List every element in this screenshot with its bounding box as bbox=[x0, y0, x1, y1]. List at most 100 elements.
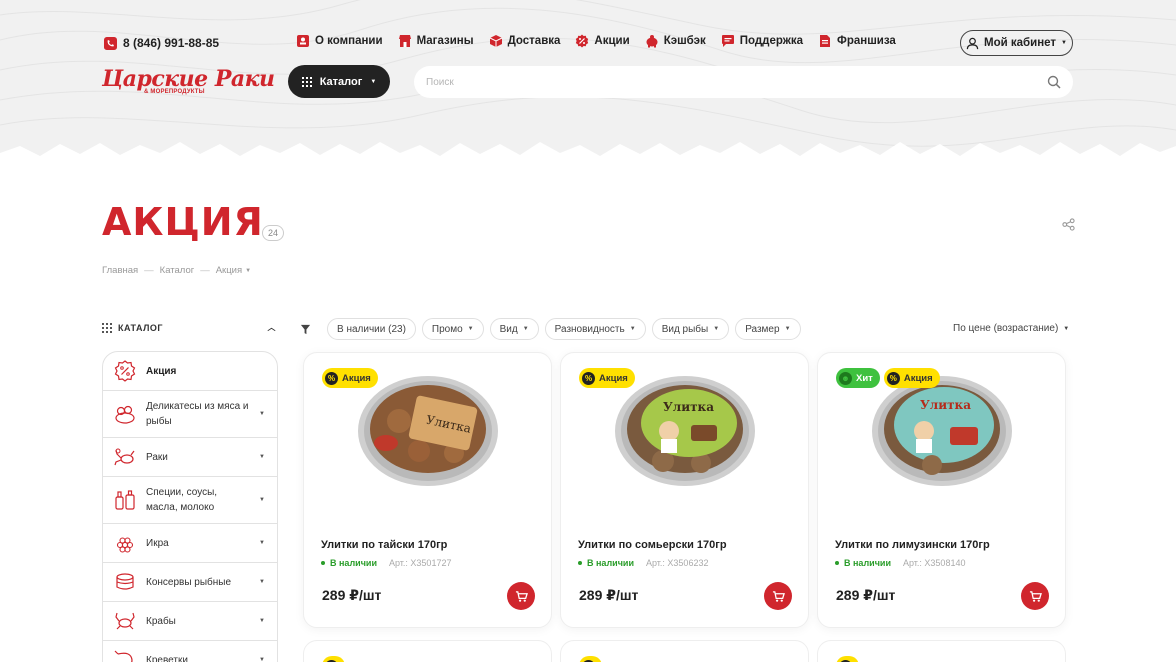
nav-support[interactable]: Поддержка bbox=[721, 34, 803, 48]
breadcrumb-current: Акция bbox=[215, 265, 243, 276]
badge-label: Хит bbox=[856, 372, 873, 384]
chevron-down-icon: ▼ bbox=[1063, 325, 1070, 332]
filter-label: Вид рыбы bbox=[661, 323, 709, 335]
nav-franchise[interactable]: Франшиза bbox=[818, 34, 896, 48]
nav-about-label: О компании bbox=[315, 35, 383, 47]
sidebar-item-crayfish[interactable]: Раки ▼ bbox=[103, 438, 277, 477]
svg-text:Улитка: Улитка bbox=[920, 398, 971, 412]
product-price: 289 ₽/шт bbox=[579, 587, 639, 603]
sidebar-item-label: Креветки bbox=[146, 654, 188, 662]
badge-group: ☻ Хит % Акция bbox=[836, 368, 940, 388]
in-stock-status: В наличии bbox=[578, 558, 634, 568]
search-icon[interactable] bbox=[1047, 75, 1061, 89]
filter-variety[interactable]: Разновидность ▼ bbox=[544, 318, 646, 340]
chevron-down-icon: ▼ bbox=[1061, 40, 1067, 46]
breadcrumb-catalog[interactable]: Каталог bbox=[160, 265, 195, 276]
phone-link[interactable]: 8 (846) 991-88-85 bbox=[104, 36, 219, 50]
chevron-down-icon: ▼ bbox=[259, 454, 265, 460]
page-title: АКЦИЯ bbox=[102, 200, 264, 244]
share-icon[interactable] bbox=[1062, 218, 1075, 231]
promo-badge: % bbox=[322, 656, 345, 662]
search-bar bbox=[414, 66, 1073, 98]
filter-label: В наличии (23) bbox=[337, 323, 406, 335]
smile-icon: ☻ bbox=[839, 371, 852, 385]
search-input[interactable] bbox=[426, 76, 1047, 88]
info-icon bbox=[297, 35, 309, 47]
sidebar-item-crabs[interactable]: Крабы ▼ bbox=[103, 602, 277, 641]
nav-support-label: Поддержка bbox=[739, 35, 804, 47]
sidebar-item-label: Консервы рыбные bbox=[146, 576, 232, 588]
sidebar-item-caviar[interactable]: Икра ▼ bbox=[103, 524, 277, 563]
chevron-down-icon: ▼ bbox=[259, 540, 265, 546]
product-card[interactable]: Улитка % Акция Улитки по сомьерски 170гр … bbox=[560, 352, 809, 628]
add-to-cart-button[interactable] bbox=[1021, 582, 1049, 610]
caviar-icon bbox=[116, 537, 134, 553]
cart-icon bbox=[515, 590, 528, 602]
chevron-down-icon: ▼ bbox=[713, 326, 720, 332]
product-card-partial[interactable]: % bbox=[817, 640, 1066, 662]
nav-about[interactable]: О компании bbox=[296, 34, 383, 48]
sidebar-catalog-header[interactable]: КАТАЛОГ ︿ bbox=[102, 322, 276, 333]
filter-in-stock[interactable]: В наличии (23) bbox=[327, 318, 416, 340]
box-icon bbox=[489, 35, 502, 47]
crayfish-icon bbox=[114, 448, 135, 466]
sidebar-item-promo[interactable]: Акция bbox=[103, 352, 277, 391]
sidebar-item-shrimp[interactable]: Креветки ▼ bbox=[103, 641, 277, 662]
breadcrumb: Главная — Каталог — Акция ▼ bbox=[102, 265, 251, 276]
filter-label: Разновидность bbox=[554, 323, 625, 335]
promo-badge: % Акция bbox=[322, 368, 378, 388]
cart-icon bbox=[772, 590, 785, 602]
sidebar-item-spices[interactable]: Специи, соусы, масла, молоко ▼ bbox=[103, 477, 277, 524]
product-card-partial[interactable]: % bbox=[303, 640, 552, 662]
breadcrumb-separator: — bbox=[200, 265, 210, 276]
filter-fish-type[interactable]: Вид рыбы ▼ bbox=[651, 318, 730, 340]
phone-number: 8 (846) 991-88-85 bbox=[123, 36, 220, 50]
nav-delivery[interactable]: Доставка bbox=[489, 34, 560, 48]
product-price: 289 ₽/шт bbox=[322, 587, 382, 603]
chevron-down-icon: ▼ bbox=[370, 78, 377, 85]
promo-badge: % Акция bbox=[883, 368, 940, 388]
logo[interactable]: Царские Раки & МОРЕПРОДУКТЫ bbox=[102, 66, 275, 95]
product-name[interactable]: Улитки по лимузински 170гр bbox=[835, 539, 990, 551]
chevron-down-icon: ▼ bbox=[259, 579, 265, 585]
nav-cashback[interactable]: Кэшбэк bbox=[645, 34, 706, 48]
percent-icon: % bbox=[582, 371, 595, 385]
cart-icon bbox=[1029, 590, 1042, 602]
crab-icon bbox=[115, 612, 135, 630]
sidebar-item-label: Деликатесы из мяса и рыбы bbox=[146, 401, 249, 427]
add-to-cart-button[interactable] bbox=[764, 582, 792, 610]
badge-group: % Акция bbox=[579, 368, 635, 388]
product-card-partial[interactable]: % bbox=[560, 640, 809, 662]
sort-dropdown[interactable]: По цене (возрастание) ▼ bbox=[953, 323, 1069, 334]
chat-icon bbox=[721, 35, 734, 47]
filter-icon[interactable] bbox=[300, 324, 311, 335]
catalog-button[interactable]: Каталог ▼ bbox=[288, 65, 390, 98]
my-account-button[interactable]: Мой кабинет ▼ bbox=[960, 30, 1073, 56]
product-card[interactable]: Улитка % Акция Улитки по тайски 170гр В н… bbox=[303, 352, 552, 628]
chevron-up-icon[interactable]: ︿ bbox=[268, 322, 277, 333]
chevron-down-icon[interactable]: ▼ bbox=[245, 268, 251, 274]
catalog-button-label: Каталог bbox=[319, 75, 363, 88]
product-card[interactable]: Улитка ☻ Хит % Акция Улитки по лимузински … bbox=[817, 352, 1066, 628]
add-to-cart-button[interactable] bbox=[507, 582, 535, 610]
chevron-down-icon: ▼ bbox=[522, 326, 529, 332]
breadcrumb-home[interactable]: Главная bbox=[102, 265, 138, 276]
percent-icon bbox=[576, 34, 589, 48]
article-number: Арт.: Х3506232 bbox=[645, 558, 709, 568]
filter-size[interactable]: Размер ▼ bbox=[735, 318, 801, 340]
chevron-down-icon: ▼ bbox=[467, 326, 474, 332]
chevron-down-icon: ▼ bbox=[259, 411, 265, 417]
sidebar-item-deli[interactable]: Деликатесы из мяса и рыбы ▼ bbox=[103, 391, 277, 438]
cans-icon bbox=[116, 573, 134, 590]
product-name[interactable]: Улитки по сомьерски 170гр bbox=[578, 539, 727, 551]
filter-type[interactable]: Вид ▼ bbox=[489, 318, 539, 340]
product-name[interactable]: Улитки по тайски 170гр bbox=[321, 539, 447, 551]
nav-promos[interactable]: Акции bbox=[575, 34, 630, 48]
filter-promo[interactable]: Промо ▼ bbox=[421, 318, 484, 340]
nav-stores[interactable]: Магазины bbox=[398, 34, 474, 48]
stock-info: В наличии Арт.: Х3501727 bbox=[321, 558, 451, 568]
nav-franchise-label: Франшиза bbox=[837, 35, 896, 47]
piggy-bank-icon bbox=[646, 35, 658, 48]
shrimp-icon bbox=[114, 650, 133, 662]
sidebar-item-canned-fish[interactable]: Консервы рыбные ▼ bbox=[103, 563, 277, 602]
